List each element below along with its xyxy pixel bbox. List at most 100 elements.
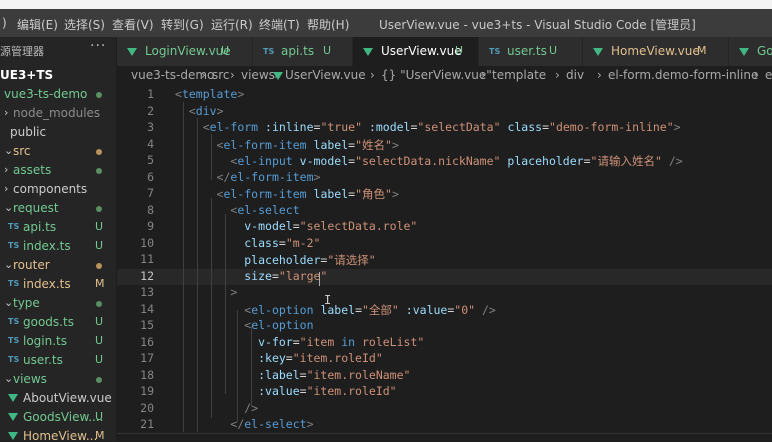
tree-file[interactable]: TS index.ts M	[0, 275, 116, 294]
tree-folder[interactable]: ⌄ src	[0, 142, 116, 161]
code-line[interactable]: 9 v-model="selectData.role"	[117, 219, 772, 235]
menu-item-terminal[interactable]: 终端(T)	[259, 16, 300, 33]
code-editor[interactable]: 21 </el-select> 20 /> 19 :value="item.role…	[117, 86, 772, 441]
code-line[interactable]: 11 placeholder="请选择"	[117, 252, 772, 268]
code-line[interactable]: 13 >	[117, 285, 772, 301]
tree-item-label: HomeView...	[23, 429, 98, 441]
code-line[interactable]: 3 <el-form :inline="true" :model="select…	[117, 120, 772, 136]
code-line[interactable]: 7 <el-form-item label="角色">	[117, 186, 772, 202]
menu-item-file[interactable]: )	[2, 16, 7, 30]
code-line[interactable]: 6 </el-form-item>	[117, 170, 772, 186]
chevron-right-icon[interactable]: ›	[4, 163, 8, 176]
tree-file[interactable]: HomeView... M	[0, 427, 116, 441]
menu-item-edit[interactable]: 编辑(E)	[17, 16, 58, 33]
code-line[interactable]: 19 :value="item.roleId"	[117, 384, 772, 400]
menu-item-view[interactable]: 查看(V)	[112, 16, 154, 33]
tree-file[interactable]: TS goods.ts U	[0, 313, 116, 332]
code-line[interactable]: 5 <el-input v-model="selectData.nickName…	[117, 153, 772, 169]
tree-file[interactable]: TS api.ts U	[0, 218, 116, 237]
tree-folder[interactable]: › components	[0, 180, 116, 199]
code-text: <el-select	[230, 202, 300, 217]
git-status-dot	[96, 92, 102, 98]
chevron-down-icon[interactable]: ⌄	[4, 258, 13, 271]
code-line[interactable]: 1 <template>	[117, 87, 772, 103]
editor-tabs: LoginView.vue U TS api.ts U UserView.vue U TS us…	[117, 37, 772, 66]
breadcrumb-item[interactable]: el-form.demo-form-inline	[608, 68, 758, 82]
editor-tab[interactable]: LoginView.vue U	[117, 37, 253, 66]
tree-folder[interactable]: ⌄ views	[0, 370, 116, 389]
breadcrumb-separator: ›	[555, 68, 560, 82]
typescript-file-icon: TS	[489, 47, 501, 56]
line-number: 8	[147, 202, 154, 217]
breadcrumb-item[interactable]: div	[566, 68, 584, 82]
tree-item-label: type	[13, 296, 40, 310]
code-line[interactable]: 2 <div>	[117, 104, 772, 120]
line-number: 7	[147, 186, 154, 200]
tree-folder[interactable]: UE3+TS	[0, 66, 116, 85]
tree-folder[interactable]: public	[0, 123, 116, 142]
tree-folder[interactable]: ⌄ request	[0, 199, 116, 218]
chevron-down-icon[interactable]: ⌄	[4, 144, 13, 157]
editor-tab[interactable]: TS api.ts U	[253, 37, 353, 66]
tree-folder[interactable]: vue3-ts-demo	[0, 85, 116, 104]
tab-label: api.ts	[281, 44, 315, 58]
typescript-file-icon: TS	[8, 336, 20, 345]
breadcrumb-item[interactable]: {} "UserView.vue"	[381, 68, 492, 82]
menu-item-selection[interactable]: 选择(S)	[64, 16, 105, 33]
breadcrumb-item[interactable]: template	[492, 68, 546, 82]
breadcrumb-item[interactable]: UserView.vue	[285, 68, 366, 82]
breadcrumb-separator: ›	[754, 68, 759, 82]
tree-folder[interactable]: ⌄ type	[0, 294, 116, 313]
chevron-right-icon[interactable]: ›	[4, 182, 8, 195]
git-status-badge: U	[95, 220, 104, 233]
tree-file[interactable]: TS login.ts U	[0, 332, 116, 351]
tree-file[interactable]: GoodsView.... U	[0, 408, 116, 427]
code-line[interactable]: 10 class="m-2"	[117, 236, 772, 252]
code-line[interactable]: 21 </el-select>	[117, 417, 772, 433]
tree-folder[interactable]: ⌄ router	[0, 256, 116, 275]
chevron-down-icon[interactable]: ⌄	[4, 201, 13, 214]
breadcrumb-item[interactable]: views	[241, 68, 275, 82]
breadcrumb-item[interactable]: e	[765, 68, 772, 82]
tree-file[interactable]: AboutView.vue	[0, 389, 116, 408]
chevron-right-icon[interactable]: ›	[4, 106, 8, 119]
code-line[interactable]: 4 <el-form-item label="姓名">	[117, 137, 772, 153]
explorer-sidebar: 源管理器 ··· UE3+TS vue3-ts-demo › node_modules…	[0, 37, 116, 441]
editor-tab[interactable]: Good	[729, 37, 772, 66]
tree-folder[interactable]: › assets	[0, 161, 116, 180]
code-line[interactable]: 16 v-for="item in roleList"	[117, 335, 772, 351]
chevron-down-icon[interactable]: ⌄	[4, 372, 13, 385]
code-line[interactable]: 12 size="large"	[117, 268, 772, 285]
tree-file[interactable]: TS user.ts U	[0, 351, 116, 370]
tree-file[interactable]: TS index.ts U	[0, 237, 116, 256]
menu-item-go[interactable]: 转到(G)	[161, 16, 204, 33]
breadcrumb-separator: ›	[481, 68, 486, 82]
code-line[interactable]: 14 <el-option label="全部" :value="0" />	[117, 302, 772, 318]
indent-guide	[225, 214, 226, 394]
code-line[interactable]: 17 :key="item.roleId"	[117, 351, 772, 367]
breadcrumb-item[interactable]: src	[212, 68, 230, 82]
code-line[interactable]: 20 />	[117, 401, 772, 417]
top-window-strip	[0, 0, 772, 9]
typescript-file-icon: TS	[8, 222, 20, 231]
tree-item-label: src	[13, 144, 31, 158]
indent-guide	[183, 102, 184, 432]
code-line[interactable]: 18 :label="item.roleName"	[117, 368, 772, 384]
menu-item-run[interactable]: 运行(R)	[211, 16, 253, 33]
editor-tab[interactable]: TS user.ts U	[479, 37, 583, 66]
tree-folder[interactable]: › node_modules	[0, 104, 116, 123]
code-line[interactable]: 8 <el-select	[117, 203, 772, 219]
code-line[interactable]: 15 <el-option	[117, 318, 772, 334]
vue-file-icon	[739, 48, 749, 56]
tab-label: HomeView.vue	[611, 44, 700, 58]
editor-tab[interactable]: HomeView.vue M	[583, 37, 729, 66]
git-status-badge: U	[95, 334, 104, 347]
vue-file-icon	[8, 432, 18, 440]
chevron-down-icon[interactable]: ⌄	[4, 296, 13, 309]
more-actions-icon[interactable]: ···	[90, 38, 106, 54]
git-status-badge: M	[95, 277, 105, 290]
tab-label: Good	[757, 44, 772, 58]
editor-tab[interactable]: UserView.vue U	[353, 37, 479, 66]
line-number: 19	[140, 384, 154, 398]
menu-item-help[interactable]: 帮助(H)	[307, 16, 349, 33]
